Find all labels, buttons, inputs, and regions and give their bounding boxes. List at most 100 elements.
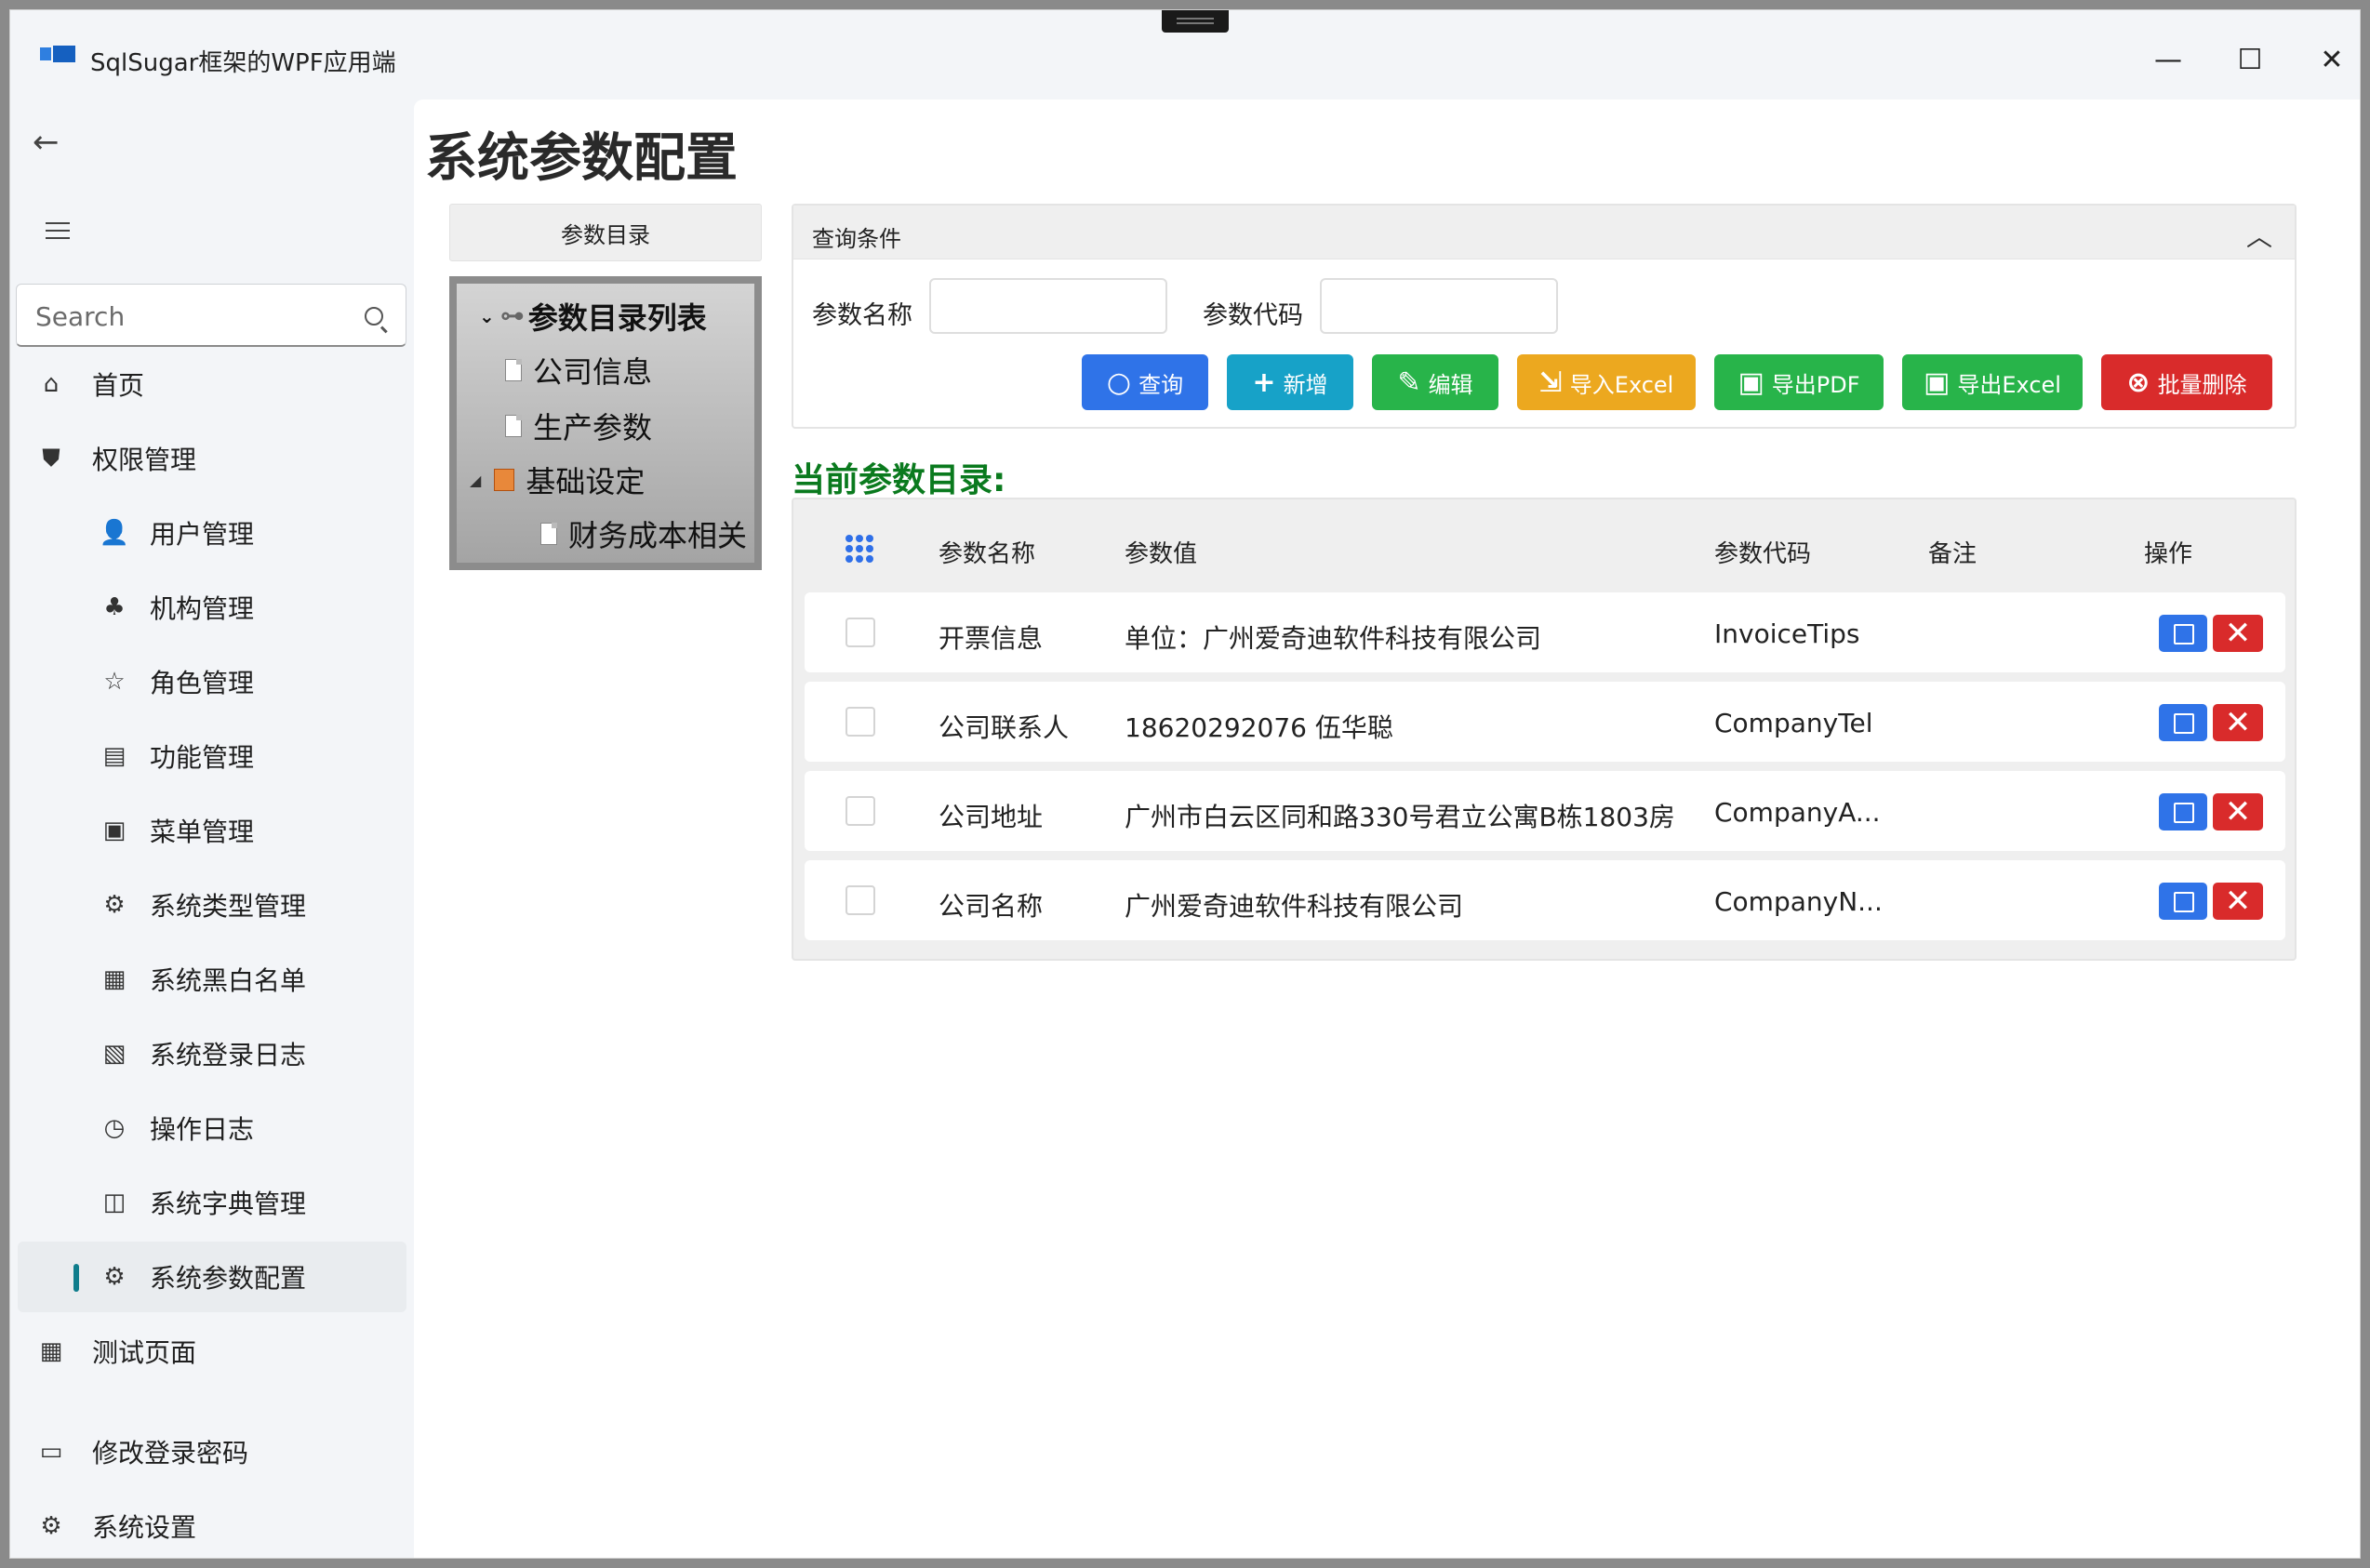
row-edit-button[interactable] [2159, 793, 2207, 831]
tree-root-label: 参数目录列表 [527, 300, 707, 336]
nav-change-password[interactable]: ▭ 修改登录密码 [18, 1416, 406, 1487]
chevron-up-icon[interactable]: ︿ [2246, 217, 2272, 254]
table-row[interactable]: 公司名称 广州爱奇迪软件科技有限公司 CompanyN... ✕ [805, 860, 2285, 940]
nav-system-parameters[interactable]: ⚙ 系统参数配置 [18, 1242, 406, 1312]
nav-blacklist[interactable]: ▦ 系统黑白名单 [18, 944, 406, 1015]
query-header[interactable]: 查询条件 ︿ [793, 206, 2295, 259]
nav-dictionary-management[interactable]: ◫ 系统字典管理 [18, 1167, 406, 1238]
add-button-label: 新增 [1283, 371, 1328, 398]
clock-icon: ◷ [103, 1114, 126, 1142]
grid-icon: ▦ [39, 1337, 63, 1365]
nav-org-management[interactable]: ♣ 机构管理 [18, 572, 406, 643]
chevron-down-icon[interactable]: ⌄ [479, 305, 495, 327]
tree-node-basic-settings[interactable]: ◢ 基础设定 [470, 458, 645, 501]
nav-label: 系统登录日志 [150, 1040, 307, 1070]
row-checkbox[interactable] [845, 618, 875, 647]
back-button[interactable]: ← [33, 124, 88, 170]
nav-menu-management[interactable]: ▣ 菜单管理 [18, 795, 406, 866]
minimize-button[interactable]: — [2140, 36, 2196, 83]
column-header-remark[interactable]: 备注 [1928, 535, 1977, 569]
row-checkbox[interactable] [845, 707, 875, 737]
batch-delete-button[interactable]: ⊗ 批量删除 [2101, 354, 2272, 410]
search-icon: ○ [1106, 365, 1132, 399]
import-excel-button[interactable]: ⇲ 导入Excel [1517, 354, 1696, 410]
nav-label: 功能管理 [150, 742, 255, 773]
row-edit-button[interactable] [2159, 704, 2207, 741]
home-icon: ⌂ [43, 370, 60, 398]
nav-system-type-management[interactable]: ⚙ 系统类型管理 [18, 870, 406, 940]
row-delete-button[interactable]: ✕ [2213, 883, 2263, 920]
nav-user-management[interactable]: 👤 用户管理 [18, 498, 406, 568]
export-pdf-button[interactable]: ▣ 导出PDF [1714, 354, 1884, 410]
tree-node-label: 公司信息 [533, 354, 653, 390]
column-header-actions: 操作 [2144, 540, 2193, 568]
cell-name: 公司联系人 [939, 712, 1070, 743]
save-icon: ▣ [1738, 365, 1764, 399]
cell-name: 开票信息 [939, 623, 1044, 654]
column-header-code[interactable]: 参数代码 [1714, 535, 1811, 569]
nav-label: 角色管理 [150, 668, 255, 698]
document-icon [540, 523, 557, 545]
nav-operation-log[interactable]: ◷ 操作日志 [18, 1093, 406, 1163]
cell-value: 单位：广州爱奇迪软件科技有限公司 [1125, 623, 1542, 654]
edit-button-label: 编辑 [1428, 371, 1473, 398]
row-delete-button[interactable]: ✕ [2213, 704, 2263, 741]
close-button[interactable]: ✕ [2304, 36, 2360, 83]
nav-login-log[interactable]: ▧ 系统登录日志 [18, 1018, 406, 1089]
param-name-input[interactable] [929, 278, 1167, 334]
nav-function-management[interactable]: ▤ 功能管理 [18, 721, 406, 791]
cell-name: 公司名称 [939, 891, 1044, 922]
tree-node-label: 基础设定 [526, 464, 646, 499]
column-chooser-icon[interactable] [845, 535, 873, 563]
batch-delete-label: 批量删除 [2157, 371, 2247, 398]
add-button[interactable]: + 新增 [1227, 354, 1353, 410]
export-excel-button[interactable]: ▣ 导出Excel [1902, 354, 2083, 410]
maximize-button[interactable]: ☐ [2222, 36, 2278, 83]
param-code-input[interactable] [1320, 278, 1558, 334]
expand-triangle-icon[interactable]: ◢ [470, 472, 481, 489]
param-table: 参数名称 参数值 参数代码 备注 操作 开票信息 单位：广州爱奇迪软件科技有限公… [792, 498, 2297, 961]
nav-label: 测试页面 [92, 1337, 197, 1368]
nav-permission[interactable]: ⛊ 权限管理 [18, 423, 406, 494]
search-icon[interactable] [365, 307, 383, 326]
column-header-name[interactable]: 参数名称 [939, 535, 1035, 569]
tree-node-production[interactable]: 生产参数 [505, 405, 652, 447]
nav-home[interactable]: ⌂ 首页 [18, 349, 406, 419]
nav-label: 权限管理 [92, 445, 197, 475]
save-icon: ▣ [1924, 365, 1951, 399]
cell-name: 公司地址 [939, 802, 1044, 832]
app-icon [40, 42, 77, 66]
user-icon: 👤 [99, 519, 130, 547]
cell-value: 广州爱奇迪软件科技有限公司 [1125, 891, 1464, 922]
nav-label: 系统类型管理 [150, 891, 307, 922]
nav-settings[interactable]: ⚙ 系统设置 [18, 1491, 406, 1558]
row-delete-button[interactable]: ✕ [2213, 793, 2263, 831]
nav-role-management[interactable]: ☆ 角色管理 [18, 646, 406, 717]
tree-root[interactable]: ⌄ ⊶ 参数目录列表 [479, 295, 707, 338]
cell-value: 18620292076 伍华聪 [1125, 712, 1393, 743]
row-checkbox[interactable] [845, 796, 875, 826]
search-button[interactable]: ○ 查询 [1082, 354, 1208, 410]
row-edit-button[interactable] [2159, 615, 2207, 652]
list-icon: ▦ [102, 965, 126, 993]
row-edit-button[interactable] [2159, 883, 2207, 920]
edit-button[interactable]: ✎ 编辑 [1372, 354, 1498, 410]
table-row[interactable]: 开票信息 单位：广州爱奇迪软件科技有限公司 InvoiceTips ✕ [805, 592, 2285, 672]
search-box[interactable] [16, 284, 406, 347]
table-row[interactable]: 公司联系人 18620292076 伍华聪 CompanyTel ✕ [805, 682, 2285, 762]
tree-node-finance-cost[interactable]: 财务成本相关 [540, 512, 747, 555]
tree-node-company-info[interactable]: 公司信息 [505, 349, 652, 392]
document-icon [505, 415, 522, 437]
column-header-value[interactable]: 参数值 [1125, 535, 1197, 569]
hamburger-menu-button[interactable] [33, 207, 88, 254]
search-input[interactable] [35, 298, 352, 335]
row-delete-button[interactable]: ✕ [2213, 615, 2263, 652]
folder-icon [494, 469, 515, 491]
cell-code: InvoiceTips [1714, 618, 1860, 649]
query-title: 查询条件 [812, 226, 901, 252]
nav-label: 系统参数配置 [150, 1263, 307, 1294]
nav-test-page[interactable]: ▦ 测试页面 [18, 1316, 406, 1387]
table-row[interactable]: 公司地址 广州市白云区同和路330号君立公寓B栋1803房 CompanyA..… [805, 771, 2285, 851]
row-checkbox[interactable] [845, 885, 875, 915]
current-category-title: 当前参数目录: [792, 461, 1006, 499]
